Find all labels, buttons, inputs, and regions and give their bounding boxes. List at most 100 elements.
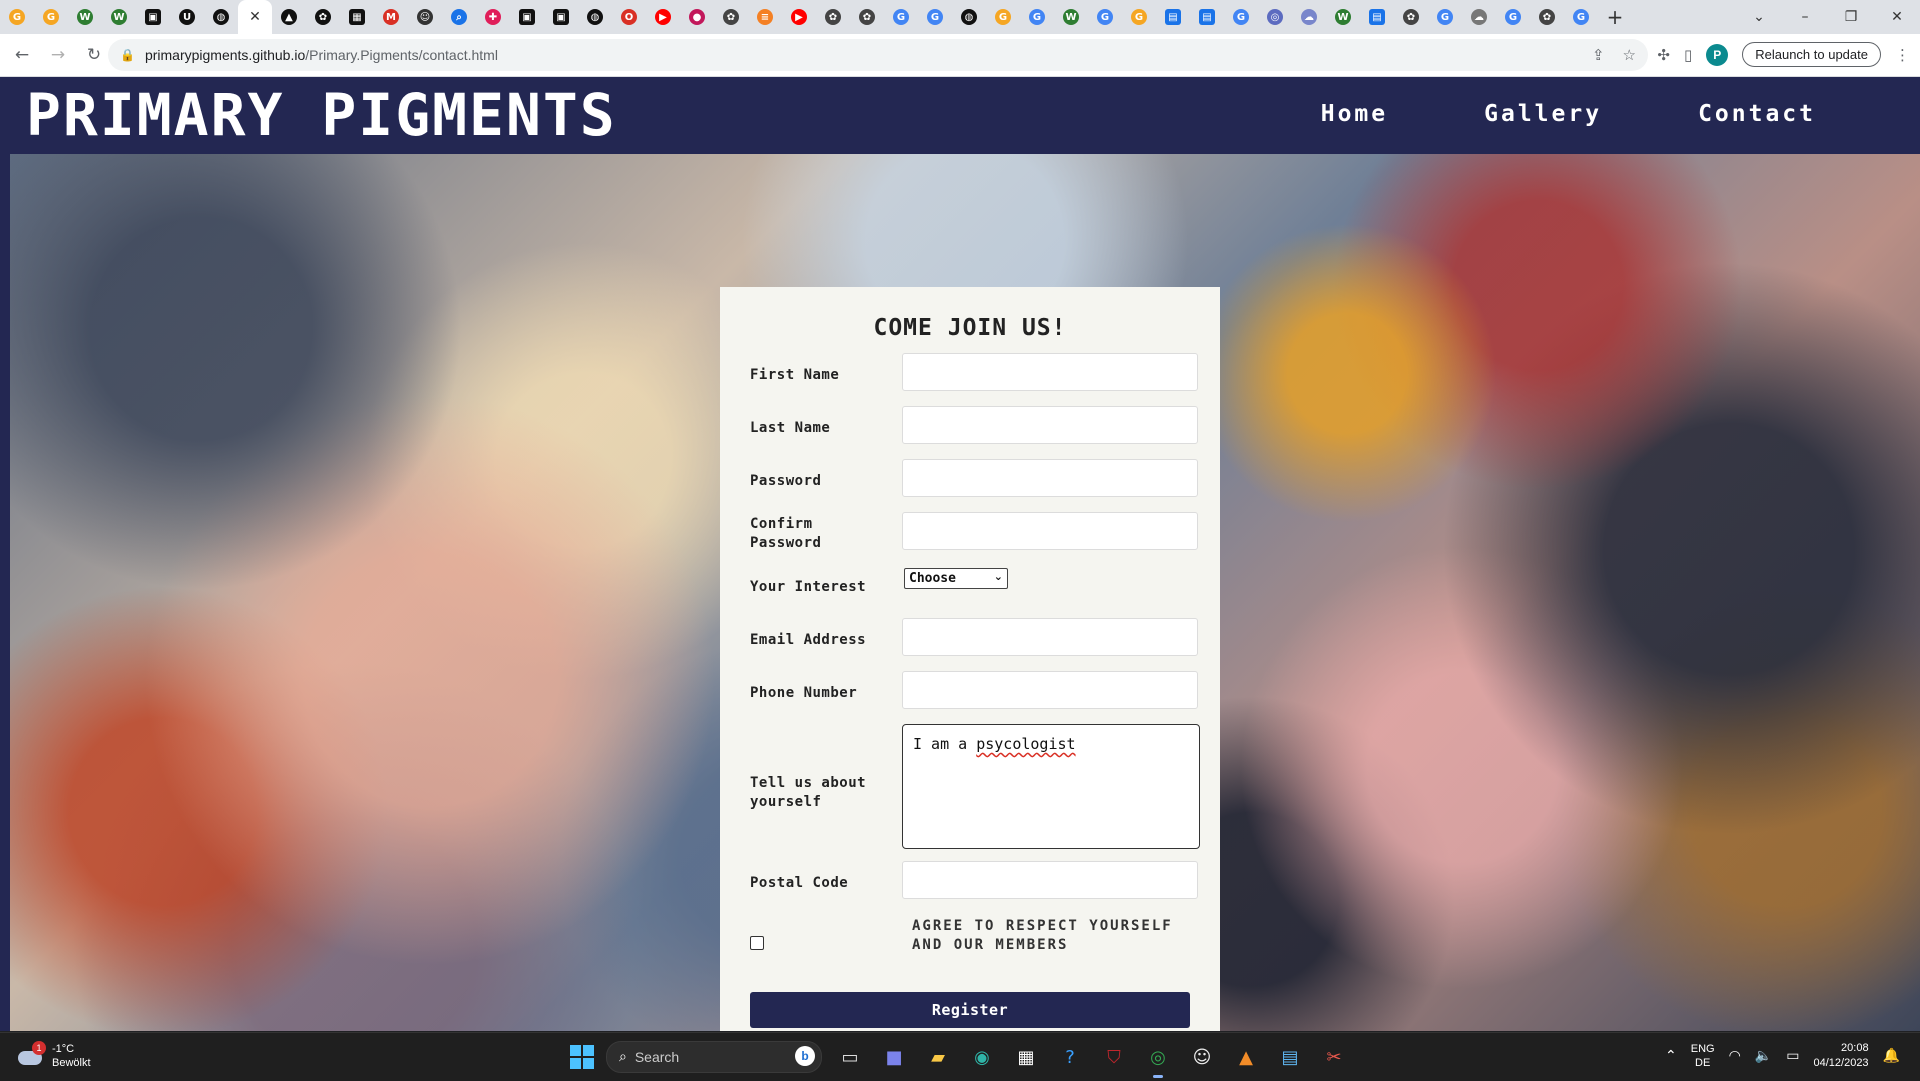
browser-tab[interactable]: G	[0, 0, 34, 34]
new-tab-button[interactable]: +	[1598, 5, 1632, 29]
browser-tab[interactable]: G	[986, 0, 1020, 34]
emoji-app-icon[interactable]: ☺	[1186, 1041, 1218, 1073]
browser-tab[interactable]: W	[102, 0, 136, 34]
store-icon[interactable]: ▦	[1010, 1041, 1042, 1073]
browser-tab[interactable]: ✿	[306, 0, 340, 34]
browser-tab[interactable]: ▤	[1156, 0, 1190, 34]
browser-tab[interactable]: G	[1020, 0, 1054, 34]
about-textarea[interactable]: I am a psycologist	[902, 724, 1200, 849]
register-button[interactable]: Register	[750, 992, 1190, 1028]
browser-tab[interactable]: G	[918, 0, 952, 34]
browser-tab[interactable]: ⌕	[442, 0, 476, 34]
first-name-input[interactable]	[902, 353, 1198, 391]
lock-icon[interactable]: 🔒	[120, 48, 135, 62]
browser-tab[interactable]: W	[68, 0, 102, 34]
language-indicator[interactable]: ENG DE	[1691, 1042, 1715, 1070]
reload-icon[interactable]: ↻	[80, 45, 108, 65]
browser-tab[interactable]: ✿	[1394, 0, 1428, 34]
browser-tab[interactable]: ▣	[510, 0, 544, 34]
browser-tab[interactable]: G	[1122, 0, 1156, 34]
browser-tab[interactable]: ☁	[1462, 0, 1496, 34]
url-text[interactable]: primarypigments.github.io/Primary.Pigmen…	[145, 47, 498, 63]
site-logo[interactable]: PRIMARY PIGMENTS	[26, 81, 617, 149]
browser-tab[interactable]: ◍	[952, 0, 986, 34]
browser-tab[interactable]: ☁	[1292, 0, 1326, 34]
password-input[interactable]	[902, 459, 1198, 497]
browser-tab[interactable]: ✿	[714, 0, 748, 34]
browser-tab[interactable]: ▤	[1360, 0, 1394, 34]
browser-tab[interactable]: W	[1326, 0, 1360, 34]
restore-button[interactable]: ❐	[1828, 9, 1874, 25]
volume-icon[interactable]: 🔈	[1755, 1048, 1772, 1064]
notification-bell-icon[interactable]: 🔔	[1883, 1048, 1900, 1064]
browser-tab[interactable]: ✿	[1530, 0, 1564, 34]
nav-gallery[interactable]: Gallery	[1484, 101, 1602, 127]
browser-tab[interactable]: G	[884, 0, 918, 34]
browser-tab[interactable]: G	[1428, 0, 1462, 34]
chevron-up-icon[interactable]: ⌃	[1665, 1048, 1677, 1064]
last-name-input[interactable]	[902, 406, 1198, 444]
side-panel-icon[interactable]: ▯	[1684, 46, 1692, 64]
chrome-icon[interactable]: ◎	[1142, 1041, 1174, 1078]
browser-tab[interactable]: ▶	[782, 0, 816, 34]
browser-tab[interactable]: ▤	[1190, 0, 1224, 34]
nav-contact[interactable]: Contact	[1698, 101, 1816, 127]
back-icon[interactable]: ←	[8, 45, 36, 65]
wifi-icon[interactable]: ◠	[1729, 1048, 1741, 1064]
file-explorer-icon[interactable]: ▰	[922, 1041, 954, 1073]
windows-start-icon[interactable]	[570, 1045, 594, 1069]
snipping-tool-icon[interactable]: ✂	[1318, 1041, 1350, 1073]
browser-tab[interactable]: W	[1054, 0, 1088, 34]
battery-icon[interactable]: ▭	[1786, 1048, 1799, 1064]
browser-tab[interactable]: ◍	[204, 0, 238, 34]
email-input[interactable]	[902, 618, 1198, 656]
edge-icon[interactable]: ◉	[966, 1041, 998, 1073]
notepad-icon[interactable]: ▤	[1274, 1041, 1306, 1073]
relaunch-button[interactable]: Relaunch to update	[1742, 42, 1881, 67]
browser-tab[interactable]: ✿	[850, 0, 884, 34]
browser-tab[interactable]: ▣	[544, 0, 578, 34]
forward-icon[interactable]: →	[44, 45, 72, 65]
browser-tab[interactable]: ▶	[646, 0, 680, 34]
teams-chat-icon[interactable]: ■	[878, 1041, 910, 1073]
browser-tab[interactable]: ≡	[748, 0, 782, 34]
browser-tab[interactable]: G	[1564, 0, 1598, 34]
phone-input[interactable]	[902, 671, 1198, 709]
menu-icon[interactable]: ⋮	[1895, 46, 1910, 64]
browser-tab[interactable]: G	[1496, 0, 1530, 34]
browser-tab[interactable]: ◎	[1258, 0, 1292, 34]
browser-tab[interactable]: G	[1088, 0, 1122, 34]
address-bar[interactable]: 🔒 primarypigments.github.io/Primary.Pigm…	[108, 39, 1648, 71]
task-view-icon[interactable]: ▭	[834, 1041, 866, 1073]
extensions-icon[interactable]: ✣	[1657, 46, 1670, 64]
bookmark-star-icon[interactable]: ☆	[1623, 46, 1636, 64]
agree-checkbox[interactable]	[750, 936, 764, 950]
browser-tab[interactable]: ▣	[136, 0, 170, 34]
share-icon[interactable]: ⇪	[1592, 46, 1605, 64]
close-window-button[interactable]: ✕	[1874, 9, 1920, 25]
browser-tab[interactable]: ☺	[408, 0, 442, 34]
minimize-button[interactable]: –	[1782, 9, 1828, 25]
browser-tab[interactable]: ✚	[476, 0, 510, 34]
clock[interactable]: 20:08 04/12/2023	[1814, 1041, 1869, 1071]
mcafee-icon[interactable]: ⛉	[1098, 1041, 1130, 1073]
nav-home[interactable]: Home	[1321, 101, 1388, 127]
postal-input[interactable]	[902, 861, 1198, 899]
browser-tab[interactable]: ▲	[272, 0, 306, 34]
browser-tab[interactable]: ●	[680, 0, 714, 34]
confirm-password-input[interactable]	[902, 512, 1198, 550]
browser-tab[interactable]: ✿	[816, 0, 850, 34]
vlc-icon[interactable]: ▲	[1230, 1041, 1262, 1073]
profile-avatar[interactable]: P	[1706, 43, 1729, 66]
interest-select[interactable]: Choose ⌄	[904, 568, 1008, 589]
taskbar-search[interactable]: ⌕ Search b	[606, 1041, 822, 1073]
tab-active[interactable]: ✕	[238, 0, 272, 34]
browser-tab[interactable]: U	[170, 0, 204, 34]
browser-tab[interactable]: G	[34, 0, 68, 34]
tab-search-icon[interactable]: ⌄	[1736, 9, 1782, 25]
browser-tab[interactable]: ◍	[578, 0, 612, 34]
browser-tab[interactable]: O	[612, 0, 646, 34]
help-icon[interactable]: ?	[1054, 1041, 1086, 1073]
weather-widget[interactable]: 1 -1°C Bewölkt	[18, 1041, 91, 1070]
browser-tab[interactable]: ▦	[340, 0, 374, 34]
